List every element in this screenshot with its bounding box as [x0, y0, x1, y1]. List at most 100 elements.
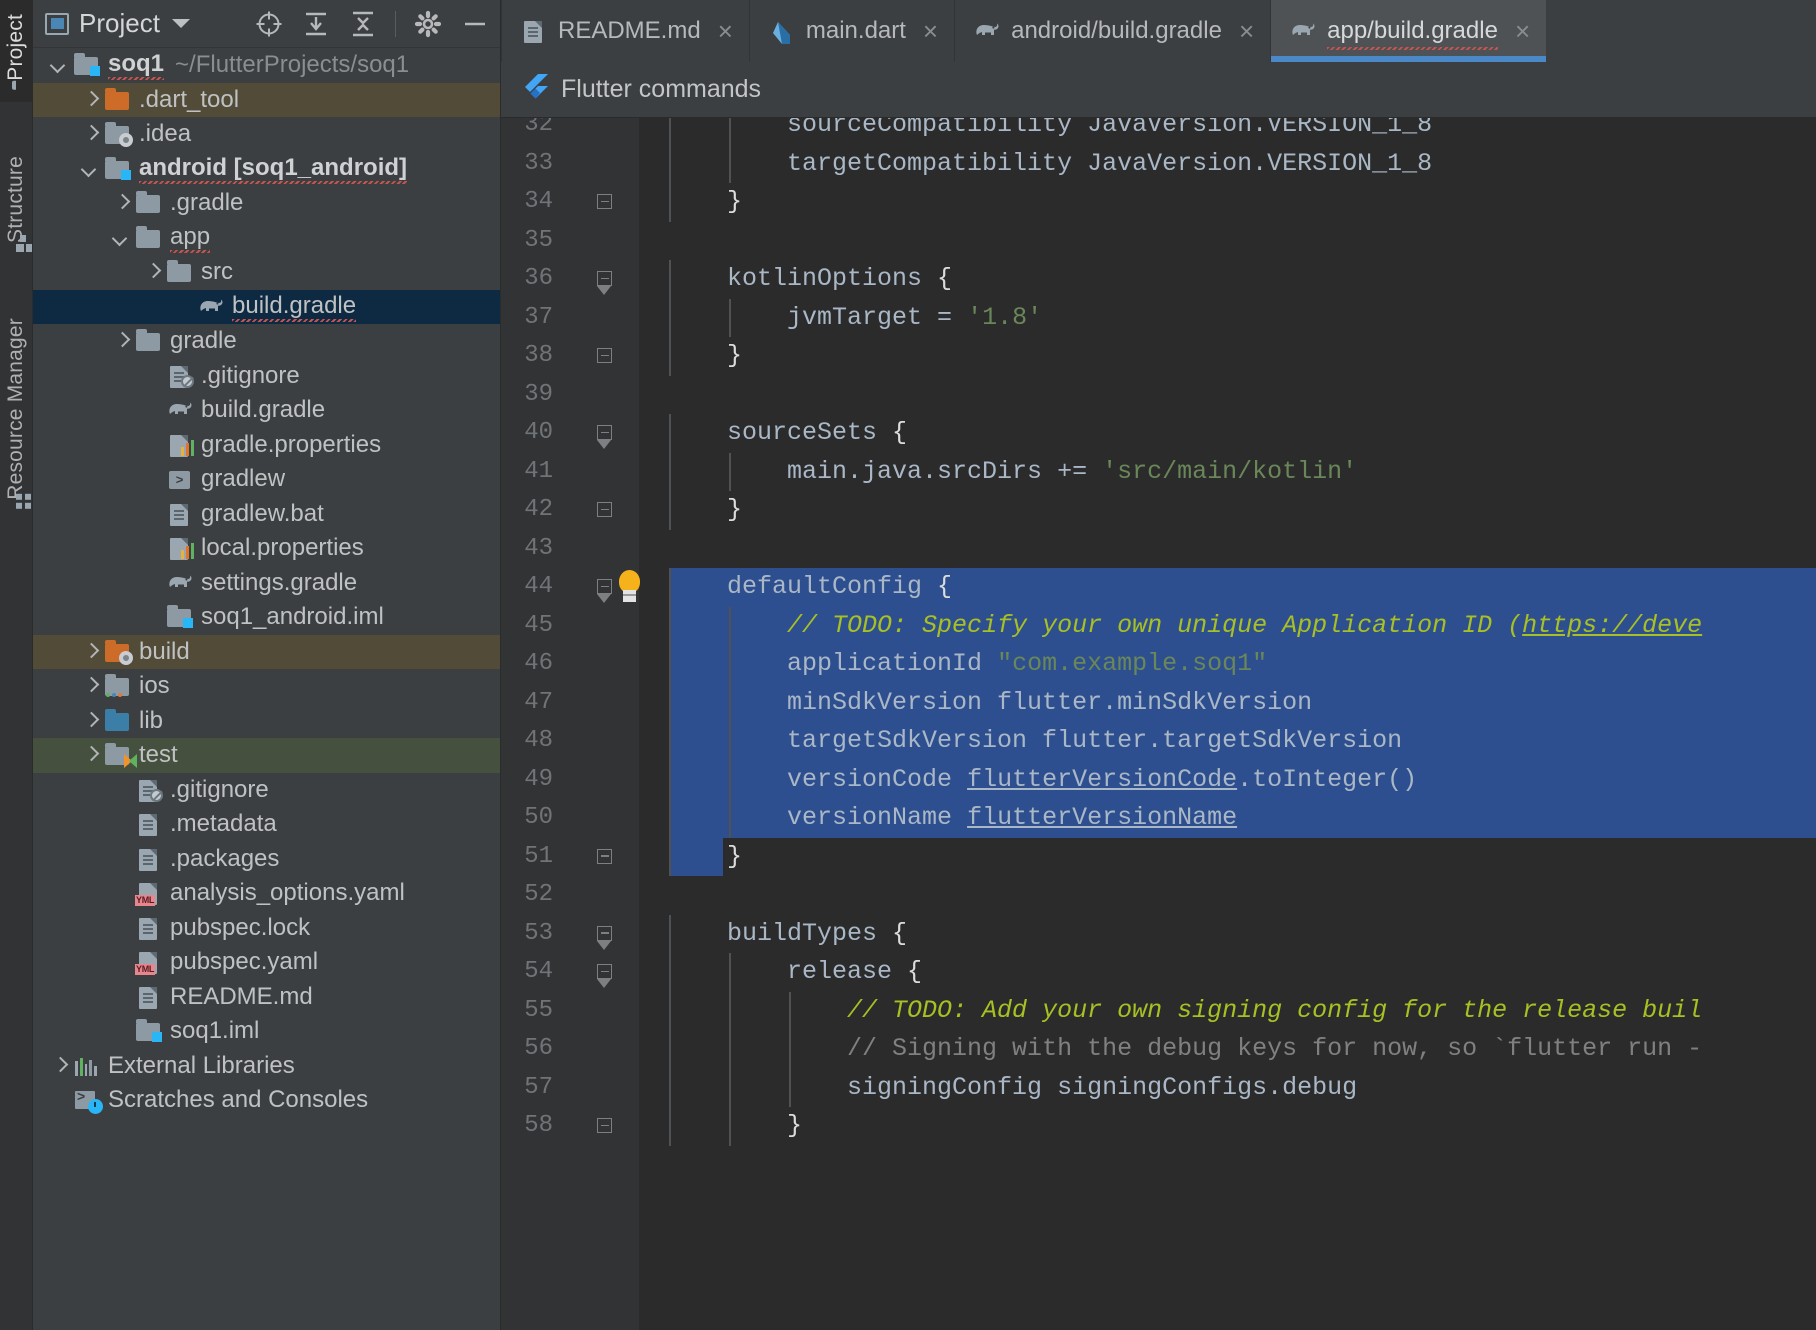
tree-row[interactable]: .metadata — [33, 807, 500, 842]
tree-row[interactable]: .dart_tool — [33, 82, 500, 117]
fold-marker-icon[interactable] — [595, 1116, 615, 1136]
close-icon[interactable]: × — [1239, 18, 1254, 44]
fold-marker-icon[interactable] — [595, 500, 615, 520]
chevron-right-icon[interactable] — [78, 639, 104, 665]
tree-row[interactable]: src — [33, 255, 500, 290]
tree-row[interactable]: local.properties — [33, 531, 500, 566]
stripe-button-resource-manager[interactable]: Resource Manager — [0, 304, 33, 521]
close-icon[interactable]: × — [718, 18, 733, 44]
editor-tab[interactable]: app/build.gradle × — [1270, 0, 1547, 62]
tree-row[interactable]: YML pubspec.yaml — [33, 945, 500, 980]
code-line[interactable]: // TODO: Add your own signing config for… — [667, 992, 1702, 1031]
tree-row[interactable]: External Libraries — [33, 1049, 500, 1084]
tree-row[interactable]: .gitignore — [33, 359, 500, 394]
editor-tab[interactable]: README.md × — [501, 0, 749, 62]
locate-icon[interactable] — [254, 9, 284, 39]
tree-row[interactable]: ios — [33, 669, 500, 704]
code-line[interactable]: release { — [667, 953, 922, 992]
editor-tab[interactable]: android/build.gradle × — [954, 0, 1270, 62]
tree-row[interactable]: build — [33, 634, 500, 669]
tree-row[interactable]: soq1.iml — [33, 1014, 500, 1049]
tree-row[interactable]: .idea — [33, 117, 500, 152]
tree-row[interactable]: build.gradle — [33, 393, 500, 428]
tree-row[interactable]: android [soq1_android] — [33, 152, 500, 187]
tree-item-label: Scratches and Consoles — [108, 1086, 369, 1114]
tree-row[interactable]: YML analysis_options.yaml — [33, 876, 500, 911]
chevron-right-icon[interactable] — [47, 1053, 73, 1079]
tree-row[interactable]: soq1_android.iml — [33, 600, 500, 635]
gear-icon[interactable] — [413, 9, 443, 39]
tree-row[interactable]: build.gradle — [33, 289, 500, 324]
minimize-icon[interactable] — [460, 9, 490, 39]
tree-row[interactable]: test — [33, 738, 500, 773]
code-line[interactable]: sourceCompatibility JavaVersion.VERSION_… — [667, 118, 1432, 145]
code-line[interactable]: } — [667, 838, 742, 877]
code-line[interactable]: sourceSets { — [667, 414, 907, 453]
code-line[interactable]: } — [667, 337, 742, 376]
tree-row[interactable]: pubspec.lock — [33, 911, 500, 946]
project-view-selector[interactable]: Project — [45, 8, 246, 39]
chevron-right-icon[interactable] — [109, 190, 135, 216]
stripe-button-structure[interactable]: Structure — [0, 142, 33, 264]
tree-row[interactable]: .gradle — [33, 186, 500, 221]
fold-marker-icon[interactable] — [595, 577, 615, 603]
fold-marker-icon[interactable] — [595, 847, 615, 867]
code-line[interactable]: targetSdkVersion flutter.targetSdkVersio… — [667, 722, 1402, 761]
code-line[interactable]: versionName flutterVersionName — [667, 799, 1237, 838]
code-line[interactable]: versionCode flutterVersionCode.toInteger… — [667, 761, 1417, 800]
fold-marker-icon[interactable] — [595, 423, 615, 449]
code-line[interactable]: targetCompatibility JavaVersion.VERSION_… — [667, 145, 1432, 184]
fold-marker-icon[interactable] — [595, 192, 615, 212]
close-icon[interactable]: × — [923, 18, 938, 44]
code-editor[interactable]: 32 33 34 35 36 37 38 39 40 41 42 43 44 45 46 47 48 49 50 51… — [501, 118, 1816, 1330]
collapse-all-icon[interactable] — [348, 9, 378, 39]
code-line[interactable]: buildTypes { — [667, 915, 907, 954]
fold-marker-icon[interactable] — [595, 924, 615, 950]
editor-gutter[interactable]: 32 33 34 35 36 37 38 39 40 41 42 43 44 45 46 47 48 49 50 51… — [501, 118, 640, 1330]
code-line[interactable]: // Signing with the debug keys for now, … — [667, 1030, 1702, 1069]
code-line[interactable]: main.java.srcDirs += 'src/main/kotlin' — [667, 453, 1357, 492]
chevron-right-icon[interactable] — [140, 259, 166, 285]
chevron-right-icon[interactable] — [78, 121, 104, 147]
tree-row[interactable]: README.md — [33, 980, 500, 1015]
chevron-right-icon[interactable] — [78, 708, 104, 734]
tree-row[interactable]: gradle.properties — [33, 428, 500, 463]
chevron-down-icon[interactable] — [78, 156, 104, 182]
close-icon[interactable]: × — [1515, 18, 1530, 44]
chevron-down-icon[interactable] — [171, 19, 190, 28]
tree-row[interactable]: lib — [33, 704, 500, 739]
code-line[interactable]: // TODO: Specify your own unique Applica… — [667, 607, 1702, 646]
fold-marker-icon[interactable] — [595, 962, 615, 988]
chevron-down-icon[interactable] — [47, 52, 73, 78]
project-tree[interactable]: soq1 ~/FlutterProjects/soq1 .dart_tool .ide… — [33, 48, 500, 1330]
fold-marker-icon[interactable] — [595, 346, 615, 366]
tree-row[interactable]: app — [33, 221, 500, 256]
code-line[interactable]: applicationId "com.example.soq1" — [667, 645, 1267, 684]
tree-row[interactable]: .packages — [33, 842, 500, 877]
editor-tab[interactable]: main.dart × — [748, 0, 954, 62]
chevron-right-icon[interactable] — [78, 87, 104, 113]
code-line[interactable]: defaultConfig { — [667, 568, 952, 607]
chevron-right-icon[interactable] — [78, 742, 104, 768]
code-line[interactable]: signingConfig signingConfigs.debug — [667, 1069, 1357, 1108]
code-line[interactable]: kotlinOptions { — [667, 260, 952, 299]
code-line[interactable]: minSdkVersion flutter.minSdkVersion — [667, 684, 1312, 723]
code-line[interactable]: } — [667, 1107, 802, 1146]
tree-row[interactable]: gradle — [33, 324, 500, 359]
tree-row[interactable]: > gradlew — [33, 462, 500, 497]
chevron-down-icon[interactable] — [109, 225, 135, 251]
code-line[interactable]: } — [667, 183, 742, 222]
tree-row[interactable]: Scratches and Consoles — [33, 1083, 500, 1118]
stripe-button-project[interactable]: Project — [0, 0, 33, 102]
tree-row[interactable]: soq1 ~/FlutterProjects/soq1 — [33, 48, 500, 83]
chevron-right-icon[interactable] — [109, 328, 135, 354]
fold-marker-icon[interactable] — [595, 269, 615, 295]
chevron-right-icon[interactable] — [78, 673, 104, 699]
tree-row[interactable]: settings.gradle — [33, 566, 500, 601]
expand-all-icon[interactable] — [301, 9, 331, 39]
tree-row[interactable]: gradlew.bat — [33, 497, 500, 532]
code-line[interactable]: jvmTarget = '1.8' — [667, 299, 1042, 338]
code-line[interactable]: } — [667, 491, 742, 530]
code-content[interactable]: sourceCompatibility JavaVersion.VERSION_… — [639, 118, 1816, 1330]
tree-row[interactable]: .gitignore — [33, 773, 500, 808]
